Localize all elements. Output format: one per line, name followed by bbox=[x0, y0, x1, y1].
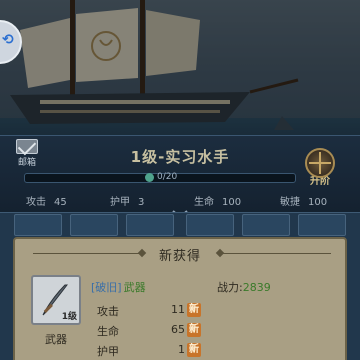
stat-agility: 敏捷 100 bbox=[280, 193, 327, 208]
item-type-label: 武器 bbox=[45, 333, 67, 346]
stats-row: 攻击 45 护甲 3 生命 100 敏捷 100 bbox=[0, 193, 360, 208]
stat-value: 100 bbox=[308, 197, 328, 208]
attribute-value: 11 bbox=[171, 303, 185, 316]
power-value: 2839 bbox=[242, 281, 271, 294]
power-label: 战力: bbox=[217, 281, 243, 294]
item-name: [破旧] 武器 bbox=[91, 279, 146, 295]
equipment-slot[interactable] bbox=[298, 214, 346, 236]
item-quality: [破旧] bbox=[91, 281, 122, 294]
stat-health: 生命 100 bbox=[194, 193, 241, 208]
popup-title: 新获得 bbox=[158, 249, 201, 264]
divider bbox=[223, 253, 331, 254]
stat-value: 3 bbox=[138, 197, 145, 208]
equipment-slot[interactable] bbox=[70, 214, 118, 236]
popup-header: 新获得 bbox=[15, 241, 345, 267]
stat-value: 45 bbox=[54, 197, 67, 208]
xp-text: 0/20 bbox=[157, 172, 178, 182]
activity-badge[interactable]: ⟲ bbox=[0, 20, 22, 64]
item-level: 1级 bbox=[61, 312, 77, 322]
new-tag: 新 bbox=[187, 323, 201, 337]
equipment-slot[interactable] bbox=[14, 214, 62, 236]
equipment-slot[interactable] bbox=[242, 214, 290, 236]
attribute-row: 攻击 11 新 bbox=[97, 303, 207, 318]
attribute-row: 护甲 1 新 bbox=[97, 343, 207, 358]
stat-label: 生命 bbox=[194, 197, 214, 208]
promote-button[interactable]: 升阶 bbox=[300, 148, 340, 192]
attribute-value: 1 bbox=[178, 343, 185, 356]
stat-label: 护甲 bbox=[110, 197, 130, 208]
equipment-slot[interactable] bbox=[186, 214, 234, 236]
equipment-slot[interactable] bbox=[126, 214, 174, 236]
status-panel: 邮箱 1级-实习水手 0/20 升阶 攻击 45 护甲 3 生命 100 敏捷 100 bbox=[0, 135, 360, 218]
promote-wheel-icon bbox=[305, 148, 335, 178]
new-tag: 新 bbox=[187, 303, 201, 317]
stat-attack: 攻击 45 bbox=[26, 193, 67, 208]
new-item-popup[interactable]: 新获得 1级 武器 [破旧] 武器 战力:2839 攻击 11 新 生命 65 新… bbox=[13, 237, 347, 360]
badge-logo-icon: ⟲ bbox=[2, 32, 14, 48]
xp-gem-icon bbox=[145, 173, 154, 182]
stat-label: 敏捷 bbox=[280, 197, 300, 208]
xp-progress-bar: 0/20 bbox=[24, 172, 296, 183]
equipment-slot-strip bbox=[0, 214, 360, 236]
new-tag: 新 bbox=[187, 343, 201, 357]
item-slot[interactable]: 1级 bbox=[31, 275, 81, 325]
stat-value: 100 bbox=[222, 197, 242, 208]
stat-label: 攻击 bbox=[26, 197, 46, 208]
item-name-text: 武器 bbox=[123, 281, 146, 294]
attribute-row: 生命 65 新 bbox=[97, 323, 207, 338]
item-power: 战力:2839 bbox=[217, 279, 271, 295]
attribute-value: 65 bbox=[171, 323, 185, 336]
stat-armor: 护甲 3 bbox=[110, 193, 144, 208]
